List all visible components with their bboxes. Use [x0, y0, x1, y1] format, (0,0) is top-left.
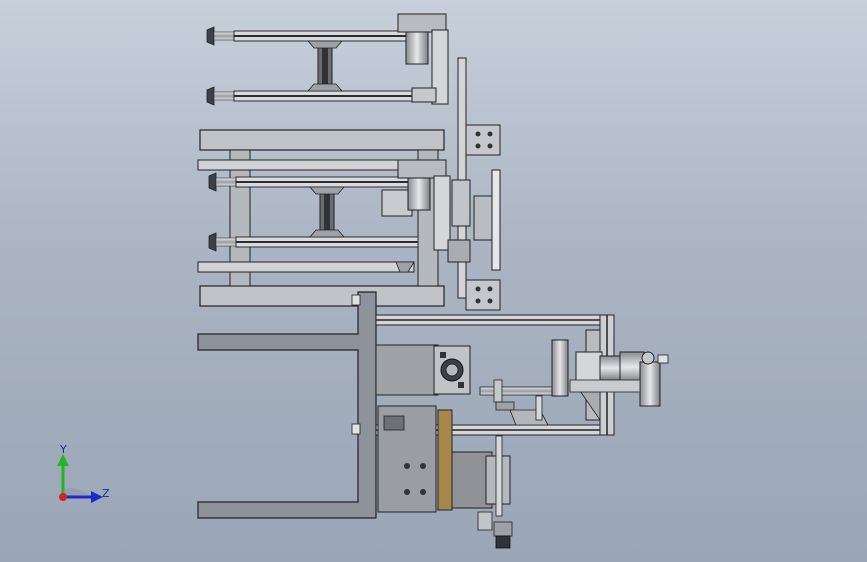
probe-rod-mechanism[interactable] — [479, 379, 559, 426]
upper-gripper-assembly[interactable] — [206, 13, 449, 106]
z-axis-label: Z — [102, 487, 110, 500]
suction-cup-icon — [206, 26, 235, 46]
clamp-cylinder-block[interactable] — [375, 344, 471, 396]
y-axis-label: Y — [59, 443, 67, 456]
base-c-frame[interactable] — [197, 291, 377, 519]
x-axis-origin-icon — [59, 493, 67, 501]
suction-cup-icon — [206, 86, 235, 106]
coordinate-triad: Y Z — [57, 443, 110, 503]
cad-viewport[interactable]: Y Z — [0, 0, 867, 562]
